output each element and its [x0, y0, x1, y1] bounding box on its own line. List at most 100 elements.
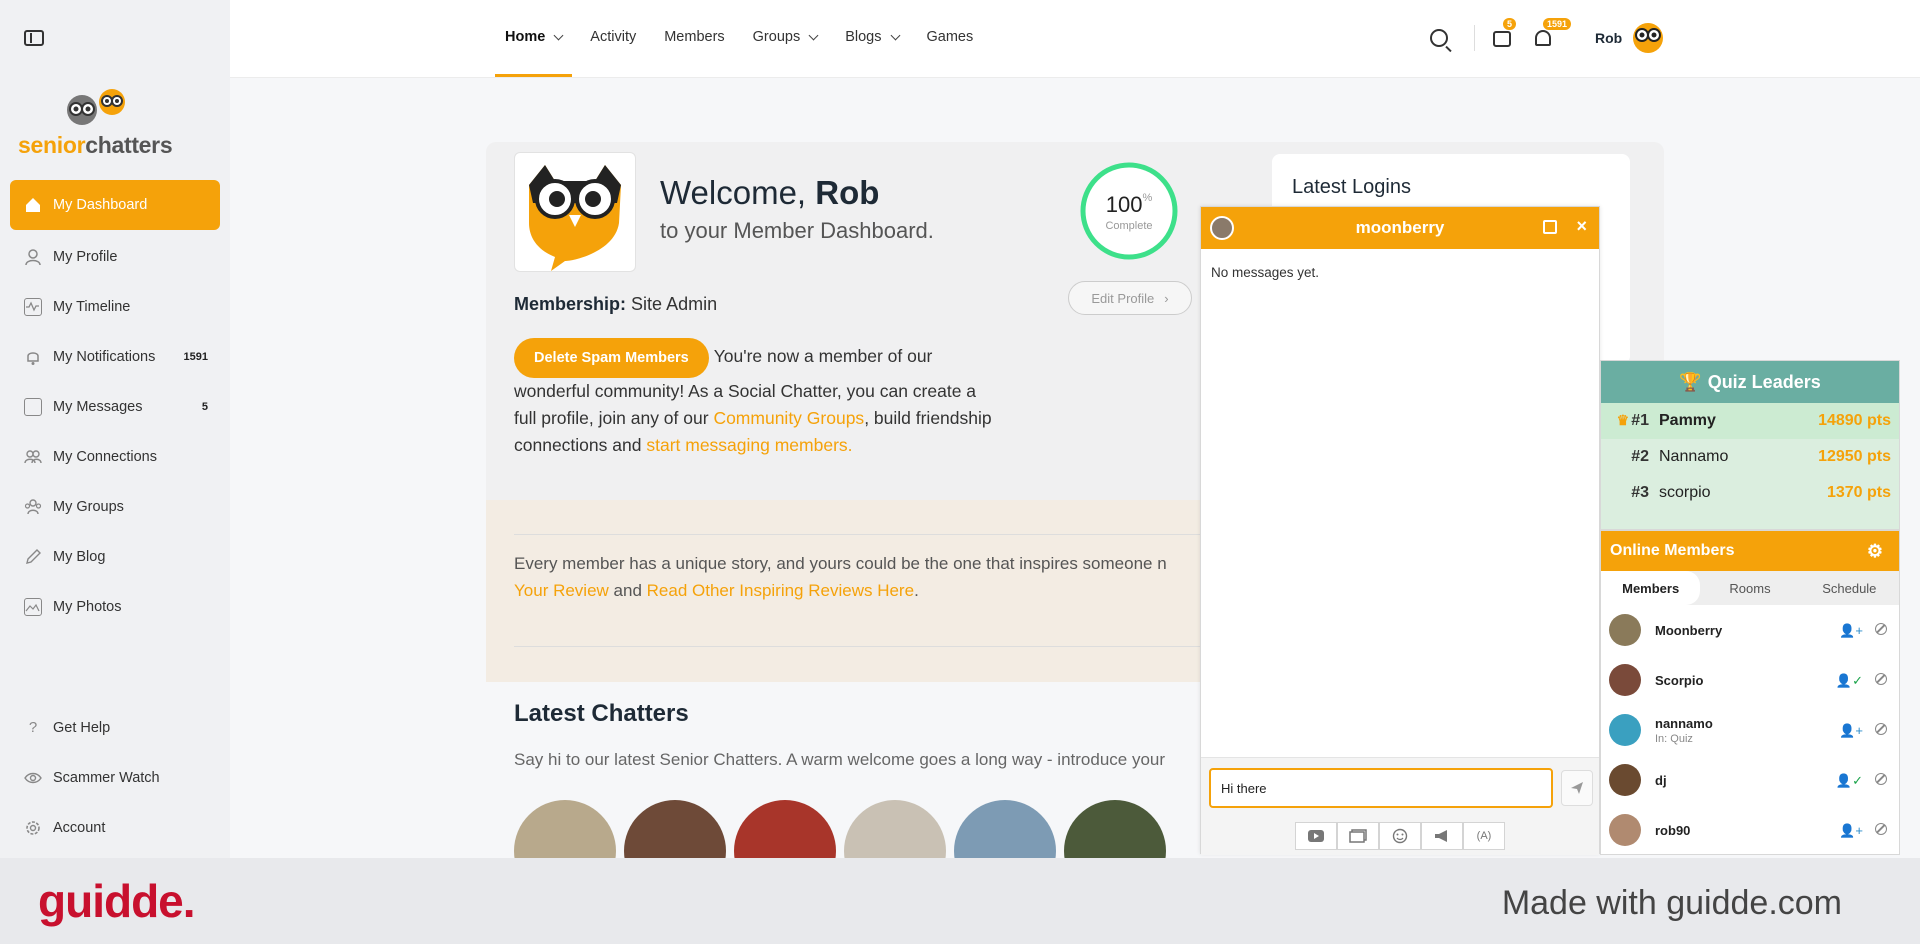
owl-avatar-icon [529, 165, 621, 271]
online-members-title: Online Members [1610, 542, 1735, 559]
site-logo[interactable]: seniorchatters [18, 88, 198, 158]
quiz-leader-row[interactable]: #3 scorpio 1370 pts [1601, 475, 1899, 511]
notifications-button[interactable]: 1591 [1533, 18, 1572, 48]
translate-button[interactable]: (A) [1463, 822, 1505, 850]
start-messaging-link[interactable]: start messaging members. [646, 435, 852, 455]
add-friend-icon[interactable]: 👤+ [1839, 823, 1863, 839]
close-icon[interactable]: × [1576, 216, 1587, 237]
menu-item-activity[interactable]: Activity [580, 0, 646, 74]
sidebar-item-my-profile[interactable]: My Profile [10, 234, 220, 280]
member-name: rob90 [1655, 822, 1691, 838]
send-button[interactable] [1561, 770, 1593, 806]
sidebar-item-my-dashboard[interactable]: My Dashboard [10, 180, 220, 230]
friend-added-icon[interactable]: 👤✓ [1836, 673, 1863, 689]
menu-item-groups[interactable]: Groups [743, 0, 828, 74]
block-icon[interactable] [1875, 773, 1887, 785]
search-icon[interactable] [1430, 29, 1448, 47]
chat-window: moonberry × No messages yet. Hi there (A… [1200, 206, 1600, 855]
chat-compose-area: Hi there (A) [1201, 757, 1599, 855]
gear-icon[interactable]: ⚙ [1867, 541, 1883, 562]
edit-profile-label: Edit Profile [1091, 290, 1155, 306]
sidebar: seniorchatters My Dashboard My Profile M… [0, 0, 230, 858]
sidebar-item-label: My Photos [53, 599, 122, 615]
trophy-icon: 🏆 [1679, 371, 1702, 392]
user-icon [24, 248, 42, 266]
online-member-row[interactable]: rob90 👤+ [1601, 805, 1899, 855]
quiz-leader-points: 1370 pts [1826, 484, 1891, 501]
membership-info: Membership: Site Admin [514, 294, 718, 314]
block-icon[interactable] [1875, 823, 1887, 835]
activity-icon [24, 298, 42, 316]
crown-icon: ♛ [1616, 412, 1630, 428]
top-navigation-bar: Home Activity Members Groups Blogs Games… [230, 0, 1920, 78]
menu-item-home[interactable]: Home [495, 0, 573, 77]
logo-text: seniorchatters [18, 132, 173, 158]
quiz-leader-name: Nannamo [1659, 448, 1729, 465]
emoji-button[interactable] [1379, 822, 1421, 850]
tab-rooms[interactable]: Rooms [1700, 571, 1799, 605]
community-groups-link[interactable]: Community Groups [713, 408, 864, 428]
sidebar-item-my-timeline[interactable]: My Timeline [10, 284, 220, 330]
online-members-tabs: Members Rooms Schedule [1601, 571, 1899, 605]
announce-button[interactable] [1421, 822, 1463, 850]
sidebar-item-label: Scammer Watch [53, 770, 160, 786]
sidebar-item-my-notifications[interactable]: My Notifications 1591 [10, 334, 220, 380]
image-button[interactable] [1337, 822, 1379, 850]
tab-schedule[interactable]: Schedule [1800, 571, 1899, 605]
messages-button[interactable]: 5 [1493, 18, 1517, 48]
menu-item-games[interactable]: Games [917, 0, 984, 74]
user-avatar[interactable] [1630, 20, 1666, 56]
header-actions: 5 1591 Rob [1430, 18, 1666, 58]
avatar [1609, 714, 1641, 746]
block-icon[interactable] [1875, 623, 1887, 635]
online-member-row[interactable]: nannamo In: Quiz 👤+ [1601, 705, 1899, 755]
welcome-heading: Welcome, Rob [660, 174, 880, 211]
friend-added-icon[interactable]: 👤✓ [1836, 773, 1863, 789]
popout-icon[interactable] [1543, 220, 1557, 234]
profile-avatar[interactable] [514, 152, 636, 272]
youtube-icon [1308, 830, 1324, 842]
sidebar-item-get-help[interactable]: ? Get Help [10, 705, 220, 751]
sidebar-item-label: Account [53, 820, 106, 836]
chevron-down-icon [890, 30, 900, 41]
chat-message-input[interactable]: Hi there [1209, 768, 1553, 808]
online-member-row[interactable]: Moonberry 👤+ [1601, 605, 1899, 655]
online-member-row[interactable]: Scorpio 👤✓ [1601, 655, 1899, 705]
read-reviews-link[interactable]: Read Other Inspiring Reviews Here [647, 581, 914, 600]
sidebar-item-my-groups[interactable]: My Groups [10, 484, 220, 530]
your-review-link[interactable]: Your Review [514, 581, 609, 600]
quiz-leaders-title: Quiz Leaders [1707, 371, 1821, 392]
sidebar-item-my-messages[interactable]: My Messages 5 [10, 384, 220, 430]
chat-header[interactable]: moonberry × [1201, 207, 1599, 249]
sidebar-item-my-connections[interactable]: My Connections [10, 434, 220, 480]
sidebar-item-my-photos[interactable]: My Photos [10, 584, 220, 630]
member-name: Moonberry [1655, 622, 1723, 638]
avatar [1609, 764, 1641, 796]
quiz-leader-row[interactable]: #2 Nannamo 12950 pts [1601, 439, 1899, 475]
block-icon[interactable] [1875, 673, 1887, 685]
completion-label: Complete [1105, 220, 1153, 232]
tab-members[interactable]: Members [1601, 571, 1701, 605]
images-icon [1349, 829, 1367, 843]
owl-logo-icon [67, 89, 125, 125]
sidebar-item-my-blog[interactable]: My Blog [10, 534, 220, 580]
menu-item-blogs[interactable]: Blogs [835, 0, 908, 74]
edit-profile-button[interactable]: Edit Profile › [1068, 281, 1192, 315]
youtube-button[interactable] [1295, 822, 1337, 850]
quiz-rank: #2 [1631, 448, 1649, 465]
sidebar-item-scammer-watch[interactable]: Scammer Watch [10, 755, 220, 801]
user-name[interactable]: Rob [1595, 30, 1622, 46]
online-member-row[interactable]: dj 👤✓ [1601, 755, 1899, 805]
chat-title: moonberry [1355, 218, 1445, 237]
member-name: dj [1655, 772, 1667, 788]
messages-count-badge: 5 [201, 401, 208, 413]
member-status: In: Quiz [1655, 732, 1693, 745]
sidebar-toggle-icon[interactable] [24, 30, 44, 46]
block-icon[interactable] [1875, 723, 1887, 735]
add-friend-icon[interactable]: 👤+ [1839, 623, 1863, 639]
quiz-leader-row[interactable]: ♛ #1 Pammy 14890 pts [1601, 403, 1899, 439]
sidebar-item-account[interactable]: Account [10, 805, 220, 851]
menu-item-members[interactable]: Members [654, 0, 734, 74]
add-friend-icon[interactable]: 👤+ [1839, 723, 1863, 739]
delete-spam-members-button[interactable]: Delete Spam Members [514, 338, 709, 378]
